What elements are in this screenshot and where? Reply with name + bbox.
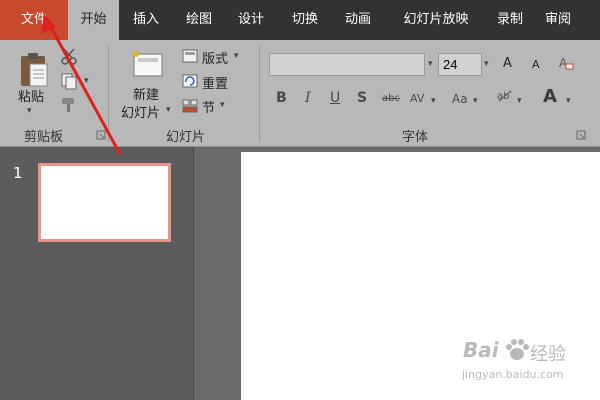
clear-format-icon[interactable]: A xyxy=(558,54,574,72)
paw-icon xyxy=(506,339,529,360)
text-shadow-button[interactable]: S xyxy=(357,90,367,106)
ribbon: 粘贴 ▾ ▾ 剪贴板 新建 幻灯片 ▾ 版式 ▾ 重置 节 ▾ 幻灯片 ▾ 24… xyxy=(0,40,600,147)
font-name-dropdown-icon[interactable]: ▾ xyxy=(428,59,438,69)
font-size-dropdown-icon[interactable]: ▾ xyxy=(484,59,494,69)
shrink-font-button[interactable]: A xyxy=(532,58,540,71)
copy-icon[interactable] xyxy=(60,72,78,90)
paste-icon xyxy=(21,53,48,87)
font-color-dropdown-icon: ▾ xyxy=(566,96,571,106)
section-label: 节 xyxy=(202,101,216,116)
slide-number: 1 xyxy=(13,164,23,182)
italic-button[interactable]: I xyxy=(305,90,311,106)
font-color-button[interactable]: A xyxy=(543,86,557,107)
layout-label: 版式 xyxy=(202,52,229,67)
tab-insert[interactable]: 插入 xyxy=(124,0,168,40)
tab-animations[interactable]: 动画 xyxy=(336,0,380,40)
dialog-launcher-icon[interactable] xyxy=(576,130,586,140)
slides-group-label: 幻灯片 xyxy=(166,130,206,145)
copy-dropdown-icon[interactable]: ▾ xyxy=(84,76,94,86)
font-size-input[interactable] xyxy=(438,53,482,76)
layout-dropdown-icon: ▾ xyxy=(234,51,239,61)
section-icon xyxy=(182,99,198,113)
paste-dropdown-icon[interactable]: ▾ xyxy=(27,106,37,116)
font-name-input[interactable] xyxy=(269,53,425,76)
char-spacing-button[interactable]: AV xyxy=(410,92,424,105)
ribbon-tab-bar: 文件 开始 插入 绘图 设计 切换 动画 幻灯片放映 录制 审阅 xyxy=(0,0,600,40)
section-dropdown-icon: ▾ xyxy=(220,100,225,110)
change-case-button[interactable]: Aa xyxy=(452,92,468,106)
watermark-brand-2: 经验 xyxy=(530,344,566,365)
new-slide-dropdown-icon[interactable]: ▾ xyxy=(166,105,176,115)
highlight-dropdown-icon: ▾ xyxy=(517,96,522,106)
underline-button[interactable]: U xyxy=(330,90,340,106)
highlight-icon[interactable]: ab xyxy=(496,88,514,106)
tab-review[interactable]: 审阅 xyxy=(536,0,580,40)
grow-font-button[interactable]: A xyxy=(503,56,512,71)
slide-thumbnail[interactable] xyxy=(38,163,171,242)
tab-design[interactable]: 设计 xyxy=(229,0,273,40)
paste-label: 粘贴 xyxy=(18,90,45,105)
group-separator xyxy=(259,46,260,142)
tab-file[interactable]: 文件 xyxy=(0,0,68,40)
cut-icon[interactable] xyxy=(60,48,78,66)
font-group-label: 字体 xyxy=(402,130,429,145)
new-slide-label-1: 新建 xyxy=(133,88,160,103)
bold-button[interactable]: B xyxy=(276,90,287,106)
reset-icon xyxy=(182,74,198,88)
watermark-brand: Bai xyxy=(463,338,499,362)
tab-record[interactable]: 录制 xyxy=(488,0,532,40)
strikethrough-button[interactable]: abc xyxy=(382,93,400,104)
change-case-dropdown-icon: ▾ xyxy=(473,96,478,106)
tab-draw[interactable]: 绘图 xyxy=(177,0,221,40)
watermark-url: jingyan.baidu.com xyxy=(462,368,564,381)
format-painter-icon[interactable] xyxy=(60,96,78,114)
char-spacing-dropdown-icon: ▾ xyxy=(431,96,436,106)
clipboard-group-label: 剪贴板 xyxy=(24,130,64,145)
layout-icon xyxy=(182,49,198,63)
new-slide-label-2: 幻灯片 xyxy=(121,106,161,121)
tab-transitions[interactable]: 切换 xyxy=(283,0,327,40)
dialog-launcher-icon[interactable] xyxy=(96,130,106,140)
tab-home[interactable]: 开始 xyxy=(68,0,119,40)
group-separator xyxy=(108,46,109,142)
tab-slideshow[interactable]: 幻灯片放映 xyxy=(390,0,482,40)
new-slide-icon xyxy=(133,51,163,77)
reset-label: 重置 xyxy=(202,77,229,92)
